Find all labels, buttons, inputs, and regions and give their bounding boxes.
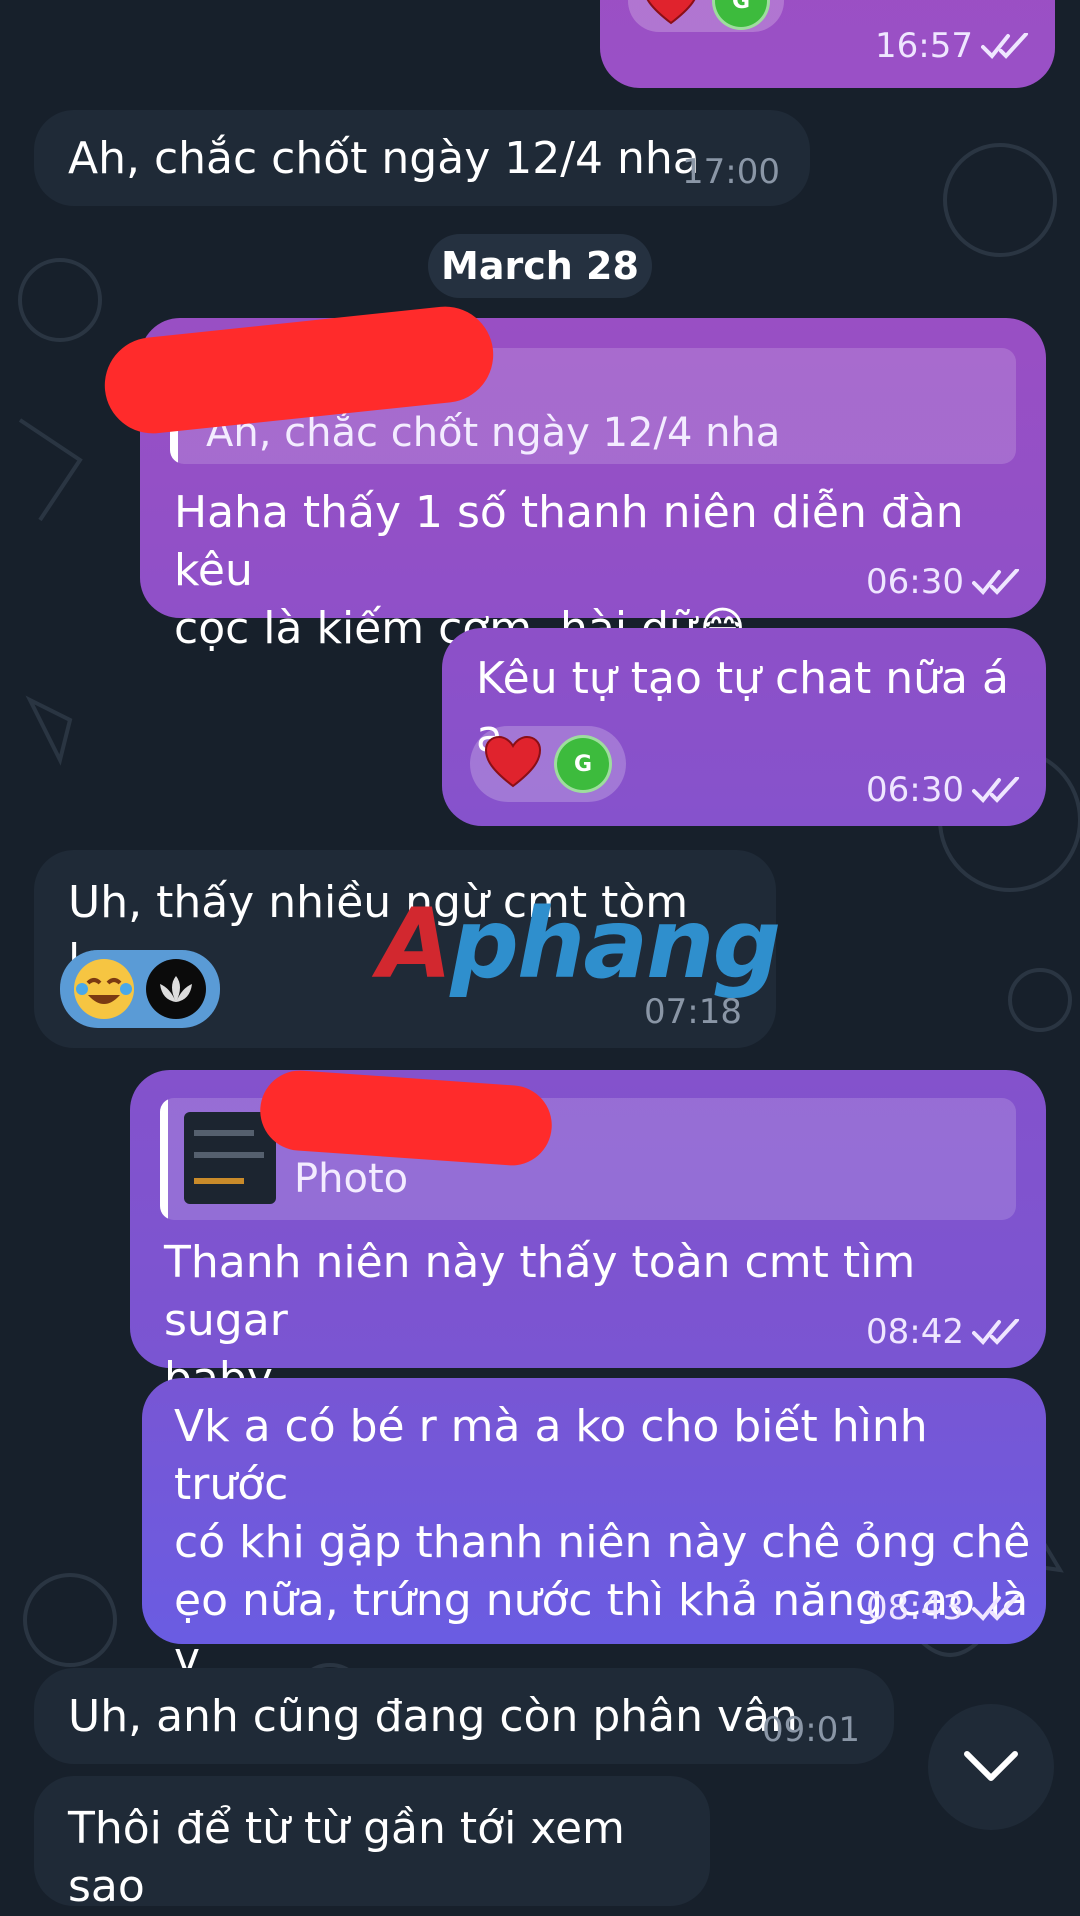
message-time: 09:01 <box>762 1710 860 1750</box>
reaction-bar[interactable] <box>60 950 220 1028</box>
message-bubble-outgoing[interactable]: G 16:57 <box>600 0 1055 88</box>
avatar[interactable]: G <box>554 735 612 793</box>
watermark-word: phang <box>450 888 781 1000</box>
message-meta: 08:42 <box>866 1312 1022 1352</box>
double-check-icon <box>972 1319 1019 1345</box>
double-check-icon <box>972 777 1019 803</box>
message-meta: 17:00 <box>682 152 780 192</box>
message-time: 08:42 <box>866 1312 964 1352</box>
message-meta: 16:57 <box>875 26 1031 66</box>
double-check-icon <box>972 1595 1019 1621</box>
double-check-icon <box>981 33 1028 59</box>
message-time: 16:57 <box>875 26 973 66</box>
heart-icon <box>484 735 542 792</box>
avatar[interactable]: G <box>712 0 770 30</box>
watermark-letter: A <box>378 888 452 1000</box>
reaction-bar[interactable]: G <box>470 726 626 802</box>
date-separator: March 28 <box>428 234 652 298</box>
scroll-down-button[interactable] <box>928 1704 1054 1830</box>
laughing-emoji-icon <box>74 959 134 1019</box>
chevron-down-icon <box>964 1751 1018 1781</box>
heart-icon <box>642 0 700 29</box>
message-meta: 06:30 <box>866 562 1022 602</box>
message-time: 08:43 <box>866 1588 964 1628</box>
message-text: Thôi để từ từ gần tới xem sao <box>68 1803 639 1912</box>
message-time: 06:30 <box>866 562 964 602</box>
message-bubble-outgoing[interactable]: Vk a có bé r mà a ko cho biết hình trước… <box>142 1378 1046 1742</box>
double-check-icon <box>972 569 1019 595</box>
message-meta: 09:01 <box>762 1710 860 1750</box>
lotus-avatar-icon[interactable] <box>146 959 206 1019</box>
message-bubble-incoming[interactable]: Thôi để từ từ gần tới xem sao <box>34 1776 710 1912</box>
message-meta: 06:30 <box>866 770 1022 810</box>
message-meta: 08:43 <box>866 1588 1022 1628</box>
message-text: Ah, chắc chốt ngày 12/4 nha <box>68 133 700 184</box>
reaction-bar[interactable]: G <box>628 0 784 32</box>
message-bubble-outgoing[interactable]: Kêu tự tạo tự chat nữa á a G 06:30 <box>442 628 1046 826</box>
message-bubble-incoming[interactable]: Ah, chắc chốt ngày 12/4 nha 17:00 <box>34 110 810 206</box>
reply-accent-bar <box>160 1098 168 1220</box>
message-text: Uh, anh cũng đang còn phân vân <box>68 1691 798 1742</box>
message-time: 17:00 <box>682 152 780 192</box>
message-bubble-incoming[interactable]: Uh, anh cũng đang còn phân vân 09:01 <box>34 1668 894 1764</box>
message-time: 06:30 <box>866 770 964 810</box>
watermark-logo: Aphang <box>378 888 781 1000</box>
reply-text: Photo <box>294 1156 409 1202</box>
